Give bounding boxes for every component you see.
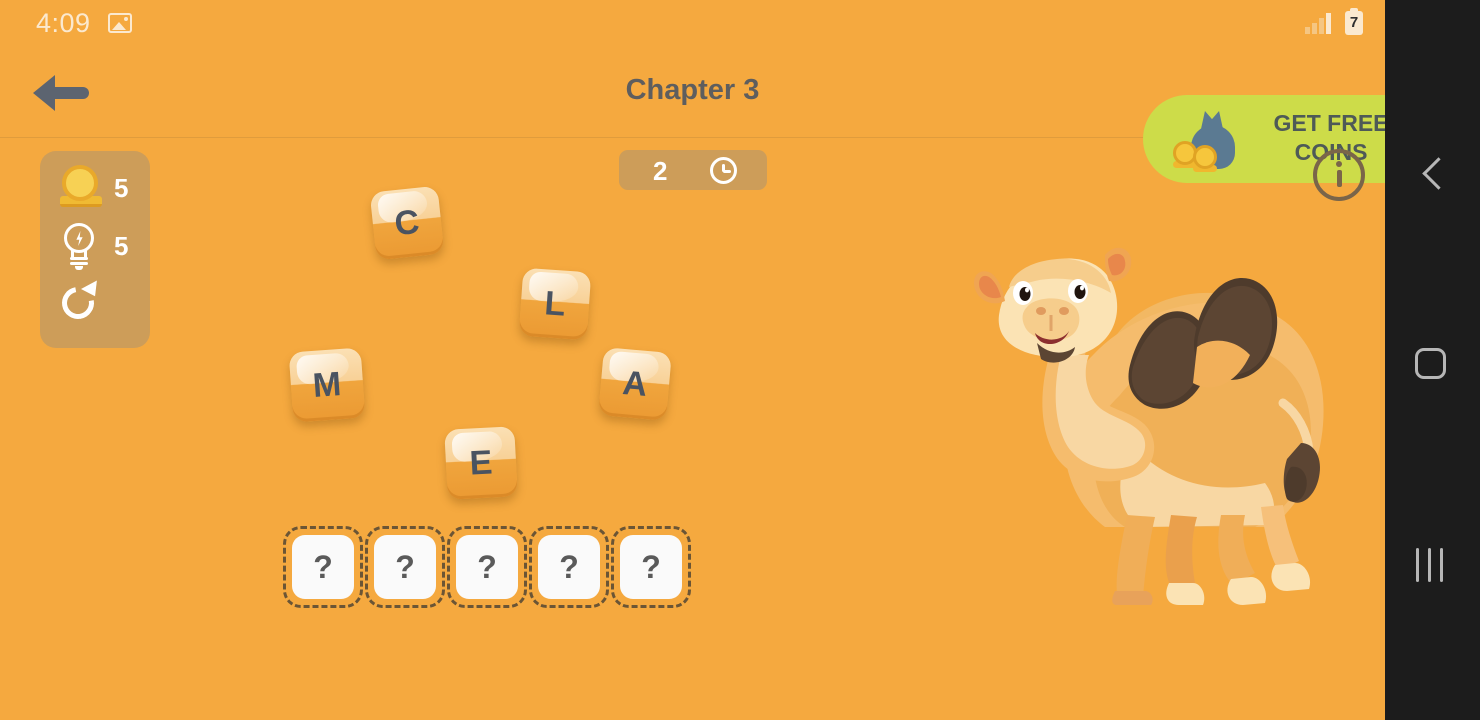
- battery-level: 7: [1349, 14, 1359, 31]
- letter-tile[interactable]: E: [444, 426, 518, 500]
- answer-slot-placeholder: ?: [313, 548, 333, 585]
- timer-value: 2: [653, 156, 668, 186]
- status-bar: 4:09 7: [0, 0, 1385, 48]
- answer-slot-placeholder: ?: [395, 548, 415, 585]
- letter-tile-char: A: [621, 363, 649, 404]
- info-icon[interactable]: [1313, 149, 1365, 201]
- letter-tile-char: E: [468, 442, 494, 483]
- coin-icon: [60, 165, 102, 207]
- clock-icon: [710, 157, 737, 184]
- letter-tile-char: L: [543, 283, 567, 324]
- lightbulb-icon[interactable]: [62, 223, 98, 270]
- answer-slot-placeholder: ?: [641, 548, 661, 585]
- screen-root: 4:09 7 Chapter 3 GET FREE COINS 5 5 2 C …: [0, 0, 1480, 720]
- letter-tile[interactable]: A: [598, 347, 672, 421]
- letter-tile-char: M: [311, 364, 343, 405]
- image-icon: [108, 13, 132, 33]
- answer-slot[interactable]: ?: [529, 526, 609, 608]
- nav-back-icon[interactable]: [1415, 158, 1449, 192]
- answer-slot[interactable]: ?: [611, 526, 691, 608]
- game-app-area: 4:09 7 Chapter 3 GET FREE COINS 5 5 2 C …: [0, 0, 1385, 720]
- answer-slot[interactable]: ?: [447, 526, 527, 608]
- letter-tile[interactable]: L: [518, 267, 592, 341]
- refresh-icon[interactable]: [55, 280, 103, 326]
- timer-badge: 2: [619, 150, 767, 190]
- letter-tile[interactable]: M: [288, 347, 366, 423]
- answer-slot-placeholder: ?: [559, 548, 579, 585]
- answer-slot-placeholder: ?: [477, 548, 497, 585]
- letter-tile-char: C: [392, 202, 422, 243]
- nav-recents-icon[interactable]: [1414, 548, 1448, 582]
- status-time: 4:09: [36, 8, 91, 38]
- camel-illustration: [973, 247, 1324, 605]
- coin-count: 5: [114, 173, 129, 203]
- answer-slot[interactable]: ?: [283, 526, 363, 608]
- signal-bars-icon: [1305, 12, 1333, 34]
- letter-tile[interactable]: C: [369, 185, 445, 261]
- hint-count: 5: [114, 231, 129, 261]
- header-bar: Chapter 3 GET FREE COINS: [0, 48, 1385, 183]
- get-free-coins-line1: GET FREE: [1273, 110, 1385, 136]
- nav-home-icon[interactable]: [1415, 348, 1446, 379]
- money-bag-coins-icon: [1173, 109, 1237, 172]
- battery-charging-icon: 7: [1345, 8, 1363, 35]
- stats-panel: 5 5: [40, 151, 150, 348]
- answer-slot[interactable]: ?: [365, 526, 445, 608]
